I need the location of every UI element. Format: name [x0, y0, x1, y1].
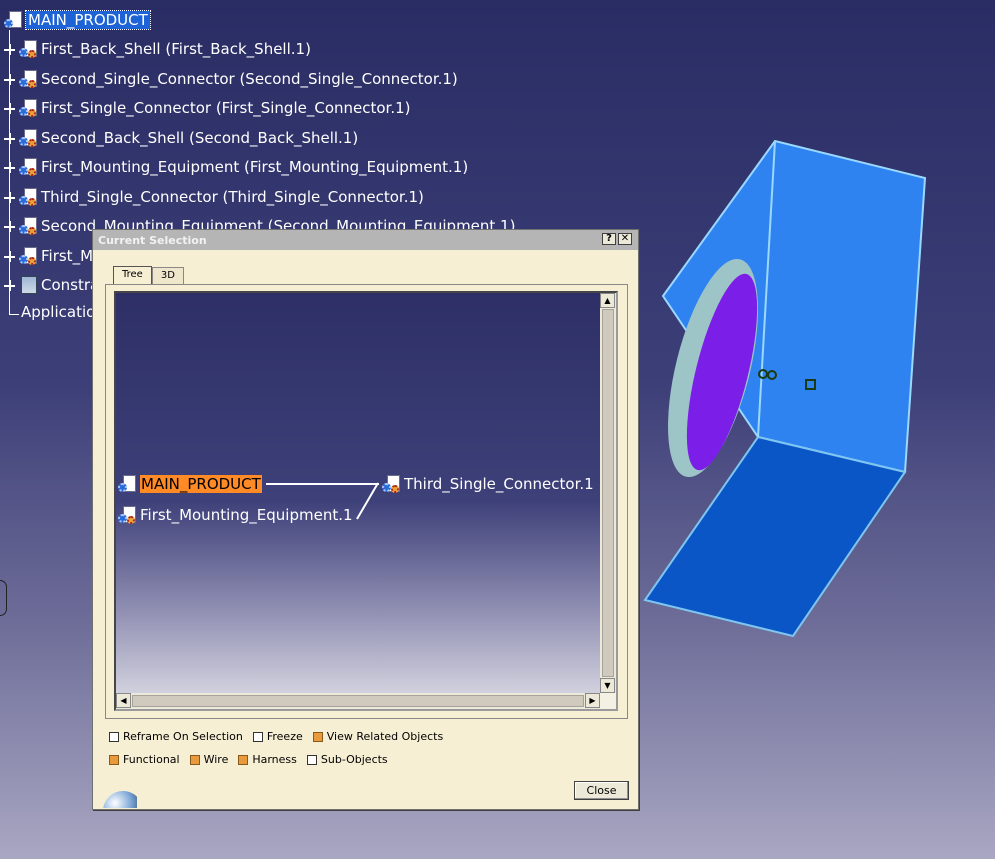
expand-icon[interactable]	[4, 250, 15, 262]
expand-icon[interactable]	[4, 43, 15, 55]
expand-icon[interactable]	[4, 220, 15, 232]
tree-connector-line	[9, 314, 19, 315]
vertical-scroll-thumb[interactable]	[602, 309, 614, 677]
expand-icon[interactable]	[4, 279, 15, 291]
horizontal-scroll-thumb[interactable]	[132, 695, 584, 707]
tab-panel: MAIN_PRODUCT First_Mounting_Equipment.1 …	[105, 284, 628, 719]
viewer-node-third-single-connector[interactable]: Third_Single_Connector.1	[382, 473, 594, 495]
tree-node-label: First_Back_Shell (First_Back_Shell.1)	[41, 40, 311, 58]
viewer-node-label: Third_Single_Connector.1	[404, 475, 594, 493]
expand-icon[interactable]	[4, 73, 15, 85]
tree-node-label: Second_Single_Connector (Second_Single_C…	[41, 70, 458, 88]
dialog-titlebar[interactable]: Current Selection ? ✕	[93, 230, 638, 250]
tab-tree[interactable]: Tree	[113, 266, 152, 285]
scroll-left-button[interactable]: ◀	[116, 693, 131, 708]
tree-node-first-single-connector[interactable]: First_Single_Connector (First_Single_Con…	[4, 96, 411, 120]
component-icon	[19, 216, 37, 236]
component-icon	[19, 98, 37, 118]
tree-node-label: Third_Single_Connector (Third_Single_Con…	[41, 188, 424, 206]
selection-tree-viewer[interactable]: MAIN_PRODUCT First_Mounting_Equipment.1 …	[114, 291, 618, 711]
expand-icon[interactable]	[4, 161, 15, 173]
product-icon	[4, 10, 22, 30]
close-icon[interactable]: ✕	[618, 233, 632, 245]
tree-node-first-mounting-equipment[interactable]: First_Mounting_Equipment (First_Mounting…	[4, 155, 468, 179]
harness-checkbox[interactable]: Harness	[238, 753, 297, 766]
component-icon	[19, 246, 37, 266]
functional-checkbox[interactable]: Functional	[109, 753, 180, 766]
expand-icon[interactable]	[4, 191, 15, 203]
tree-node-label: First_Single_Connector (First_Single_Con…	[41, 99, 411, 117]
globe-logo-icon	[95, 786, 137, 808]
tree-root-label: MAIN_PRODUCT	[25, 10, 151, 30]
tree-node-label: Second_Back_Shell (Second_Back_Shell.1)	[41, 129, 359, 147]
viewer-node-label: MAIN_PRODUCT	[140, 475, 262, 493]
dialog-tabs: Tree 3D	[113, 266, 184, 286]
component-icon	[19, 128, 37, 148]
help-button[interactable]: ?	[602, 233, 616, 245]
tree-node-second-single-connector[interactable]: Second_Single_Connector (Second_Single_C…	[4, 67, 458, 91]
expand-icon[interactable]	[4, 132, 15, 144]
options-row-1: Reframe On Selection Freeze View Related…	[109, 730, 453, 743]
tree-node-first-back-shell[interactable]: First_Back_Shell (First_Back_Shell.1)	[4, 37, 311, 61]
reframe-on-selection-checkbox[interactable]: Reframe On Selection	[109, 730, 243, 743]
component-icon	[118, 505, 136, 525]
tree-node-second-back-shell[interactable]: Second_Back_Shell (Second_Back_Shell.1)	[4, 126, 358, 150]
vertical-scrollbar[interactable]: ▲ ▼	[600, 293, 616, 693]
scroll-up-button[interactable]: ▲	[600, 293, 615, 308]
viewer-node-main-product[interactable]: MAIN_PRODUCT	[118, 473, 262, 495]
close-button[interactable]: Close	[574, 781, 629, 800]
scroll-corner	[600, 693, 616, 709]
tree-node-label: First_Mounting_Equipment (First_Mounting…	[41, 158, 469, 176]
viewer-node-label: First_Mounting_Equipment.1	[140, 506, 353, 524]
product-icon	[118, 474, 136, 494]
freeze-checkbox[interactable]: Freeze	[252, 730, 303, 743]
component-icon	[19, 39, 37, 59]
scroll-down-button[interactable]: ▼	[600, 678, 615, 693]
tree-root-node[interactable]: MAIN_PRODUCT	[4, 9, 151, 31]
current-selection-dialog: Current Selection ? ✕ Tree 3D MAIN_PRODU…	[92, 229, 639, 810]
component-icon	[19, 157, 37, 177]
dialog-title: Current Selection	[98, 233, 207, 247]
sub-objects-checkbox[interactable]: Sub-Objects	[306, 753, 388, 766]
viewer-node-first-mounting-equipment[interactable]: First_Mounting_Equipment.1	[118, 504, 353, 526]
scroll-right-button[interactable]: ▶	[585, 693, 600, 708]
tree-node-third-single-connector[interactable]: Third_Single_Connector (Third_Single_Con…	[4, 185, 424, 209]
component-icon	[19, 187, 37, 207]
window-edge-handle	[0, 580, 7, 616]
expand-icon[interactable]	[4, 102, 15, 114]
component-icon	[19, 69, 37, 89]
component-icon	[382, 474, 400, 494]
options-row-2: Functional Wire Harness Sub-Objects	[109, 753, 398, 766]
wire-checkbox[interactable]: Wire	[189, 753, 228, 766]
horizontal-scrollbar[interactable]: ◀ ▶	[116, 693, 600, 709]
view-related-objects-checkbox[interactable]: View Related Objects	[312, 730, 443, 743]
constraints-icon	[21, 276, 37, 294]
